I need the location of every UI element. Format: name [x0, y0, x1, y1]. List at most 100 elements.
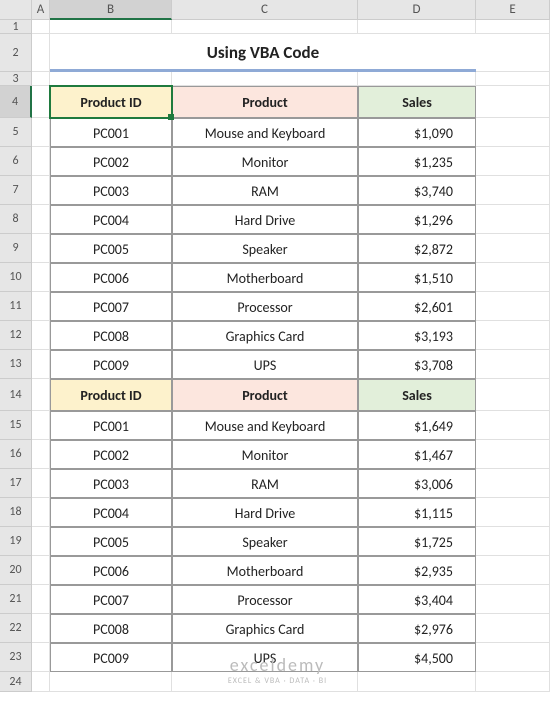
cell-E21[interactable]: [476, 585, 550, 614]
cell-A10[interactable]: [32, 263, 50, 292]
row-header-13[interactable]: 13: [0, 350, 32, 379]
cell-D14[interactable]: Sales: [358, 379, 476, 411]
cell-C9[interactable]: Speaker: [172, 234, 358, 263]
cell-C19[interactable]: Speaker: [172, 527, 358, 556]
cell-D1[interactable]: [358, 20, 476, 34]
row-header-14[interactable]: 14: [0, 379, 32, 411]
cell-C23[interactable]: UPS: [172, 643, 358, 672]
cell-B22[interactable]: PC008: [50, 614, 172, 643]
cell-C22[interactable]: Graphics Card: [172, 614, 358, 643]
row-header-5[interactable]: 5: [0, 118, 32, 147]
cell-B11[interactable]: PC007: [50, 292, 172, 321]
cell-E15[interactable]: [476, 411, 550, 440]
cell-B15[interactable]: PC001: [50, 411, 172, 440]
cell-D10[interactable]: $1,510: [358, 263, 476, 292]
row-header-17[interactable]: 17: [0, 469, 32, 498]
col-header-D[interactable]: D: [358, 0, 476, 20]
select-all-corner[interactable]: [0, 0, 32, 20]
cell-E17[interactable]: [476, 469, 550, 498]
row-header-7[interactable]: 7: [0, 176, 32, 205]
cell-E19[interactable]: [476, 527, 550, 556]
cell-E9[interactable]: [476, 234, 550, 263]
cell-C24[interactable]: [172, 672, 358, 692]
cell-A3[interactable]: [32, 72, 50, 86]
cell-D8[interactable]: $1,296: [358, 205, 476, 234]
cell-C20[interactable]: Motherboard: [172, 556, 358, 585]
row-header-23[interactable]: 23: [0, 643, 32, 672]
cell-D18[interactable]: $1,115: [358, 498, 476, 527]
cell-B24[interactable]: [50, 672, 172, 692]
row-header-18[interactable]: 18: [0, 498, 32, 527]
cell-E18[interactable]: [476, 498, 550, 527]
cell-B13[interactable]: PC009: [50, 350, 172, 379]
cell-E11[interactable]: [476, 292, 550, 321]
cell-C14[interactable]: Product: [172, 379, 358, 411]
cell-E22[interactable]: [476, 614, 550, 643]
cell-A17[interactable]: [32, 469, 50, 498]
cell-B4[interactable]: Product ID: [50, 86, 172, 118]
cell-D21[interactable]: $3,404: [358, 585, 476, 614]
cell-D7[interactable]: $3,740: [358, 176, 476, 205]
row-header-1[interactable]: 1: [0, 20, 32, 34]
row-header-6[interactable]: 6: [0, 147, 32, 176]
cell-A24[interactable]: [32, 672, 50, 692]
col-header-C[interactable]: C: [172, 0, 358, 20]
cell-A14[interactable]: [32, 379, 50, 411]
cell-A1[interactable]: [32, 20, 50, 34]
cell-B18[interactable]: PC004: [50, 498, 172, 527]
cell-A21[interactable]: [32, 585, 50, 614]
row-header-21[interactable]: 21: [0, 585, 32, 614]
cell-D15[interactable]: $1,649: [358, 411, 476, 440]
cell-A4[interactable]: [32, 86, 50, 118]
cell-D16[interactable]: $1,467: [358, 440, 476, 469]
cell-C7[interactable]: RAM: [172, 176, 358, 205]
cell-A16[interactable]: [32, 440, 50, 469]
cell-C17[interactable]: RAM: [172, 469, 358, 498]
cell-B12[interactable]: PC008: [50, 321, 172, 350]
cell-B5[interactable]: PC001: [50, 118, 172, 147]
cell-E5[interactable]: [476, 118, 550, 147]
col-header-E[interactable]: E: [476, 0, 550, 20]
cell-B3[interactable]: [50, 72, 172, 86]
cell-C4[interactable]: Product: [172, 86, 358, 118]
cell-D6[interactable]: $1,235: [358, 147, 476, 176]
cell-C12[interactable]: Graphics Card: [172, 321, 358, 350]
cell-C8[interactable]: Hard Drive: [172, 205, 358, 234]
cell-B23[interactable]: PC009: [50, 643, 172, 672]
cell-E6[interactable]: [476, 147, 550, 176]
cell-E7[interactable]: [476, 176, 550, 205]
row-header-10[interactable]: 10: [0, 263, 32, 292]
cell-A8[interactable]: [32, 205, 50, 234]
cell-E14[interactable]: [476, 379, 550, 411]
cell-B10[interactable]: PC006: [50, 263, 172, 292]
row-header-20[interactable]: 20: [0, 556, 32, 585]
cell-C21[interactable]: Processor: [172, 585, 358, 614]
row-header-2[interactable]: 2: [0, 34, 32, 72]
cell-B16[interactable]: PC002: [50, 440, 172, 469]
cell-A20[interactable]: [32, 556, 50, 585]
cell-D9[interactable]: $2,872: [358, 234, 476, 263]
cell-A6[interactable]: [32, 147, 50, 176]
cell-E2[interactable]: [476, 34, 550, 72]
col-header-B[interactable]: B: [50, 0, 172, 20]
cell-E20[interactable]: [476, 556, 550, 585]
cell-E24[interactable]: [476, 672, 550, 692]
cell-E8[interactable]: [476, 205, 550, 234]
row-header-4[interactable]: 4: [0, 86, 32, 118]
cell-A19[interactable]: [32, 527, 50, 556]
cell-C11[interactable]: Processor: [172, 292, 358, 321]
cell-B17[interactable]: PC003: [50, 469, 172, 498]
cell-C10[interactable]: Motherboard: [172, 263, 358, 292]
cell-B1[interactable]: [50, 20, 172, 34]
cell-B9[interactable]: PC005: [50, 234, 172, 263]
row-header-19[interactable]: 19: [0, 527, 32, 556]
cell-D12[interactable]: $3,193: [358, 321, 476, 350]
cell-B21[interactable]: PC007: [50, 585, 172, 614]
cell-B8[interactable]: PC004: [50, 205, 172, 234]
cell-D23[interactable]: $4,500: [358, 643, 476, 672]
cell-D17[interactable]: $3,006: [358, 469, 476, 498]
cell-B7[interactable]: PC003: [50, 176, 172, 205]
cell-D13[interactable]: $3,708: [358, 350, 476, 379]
cell-C3[interactable]: [172, 72, 358, 86]
cell-A2[interactable]: [32, 34, 50, 72]
